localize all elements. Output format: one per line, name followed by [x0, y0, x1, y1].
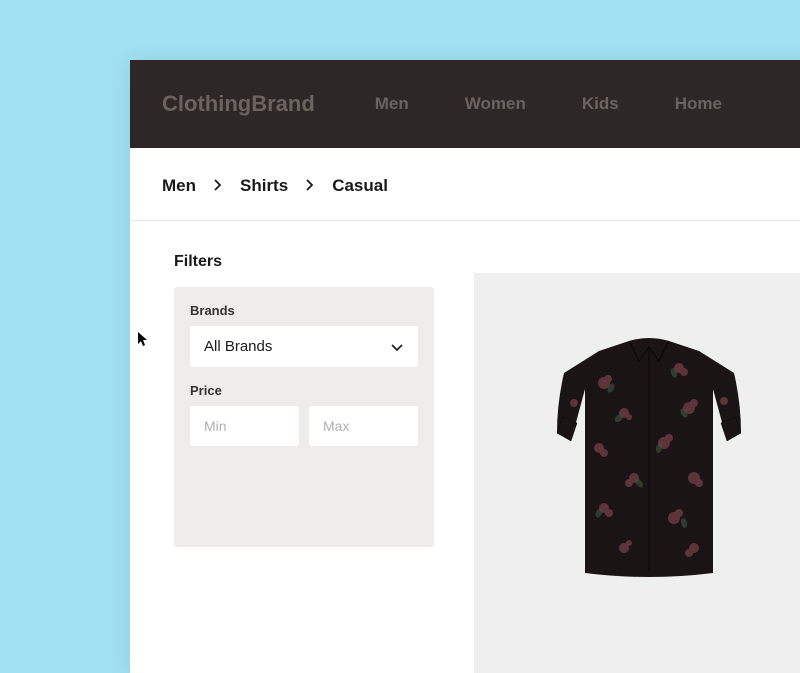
nav-link-kids[interactable]: Kids — [582, 94, 619, 114]
cursor-icon — [138, 332, 150, 348]
breadcrumb-item-casual[interactable]: Casual — [332, 176, 388, 196]
page-container: ClothingBrand Men Women Kids Home Men Sh… — [130, 60, 800, 673]
nav-link-home[interactable]: Home — [675, 94, 722, 114]
breadcrumb-item-men[interactable]: Men — [162, 176, 196, 196]
price-max-input[interactable] — [309, 406, 418, 446]
filters-panel: Filters Brands All Brands Price — [174, 253, 434, 673]
filters-title: Filters — [174, 253, 434, 271]
product-grid — [474, 273, 800, 673]
product-card[interactable] — [474, 273, 800, 673]
price-min-input[interactable] — [190, 406, 299, 446]
breadcrumb: Men Shirts Casual — [130, 148, 800, 221]
content-area: Filters Brands All Brands Price — [130, 221, 800, 673]
site-header: ClothingBrand Men Women Kids Home — [130, 60, 800, 148]
price-label: Price — [190, 383, 418, 398]
chevron-right-icon — [214, 178, 222, 194]
chevron-down-icon — [390, 340, 404, 354]
brands-label: Brands — [190, 303, 418, 318]
breadcrumb-item-shirts[interactable]: Shirts — [240, 176, 288, 196]
nav-link-men[interactable]: Men — [375, 94, 409, 114]
nav-links: Men Women Kids Home — [375, 94, 722, 114]
filters-box: Brands All Brands Price — [174, 287, 434, 547]
brands-dropdown[interactable]: All Brands — [190, 326, 418, 367]
nav-link-women[interactable]: Women — [465, 94, 526, 114]
price-inputs — [190, 406, 418, 446]
chevron-right-icon — [306, 178, 314, 194]
product-image — [529, 323, 769, 583]
brands-selected-text: All Brands — [204, 338, 272, 355]
brand-logo[interactable]: ClothingBrand — [162, 91, 315, 117]
